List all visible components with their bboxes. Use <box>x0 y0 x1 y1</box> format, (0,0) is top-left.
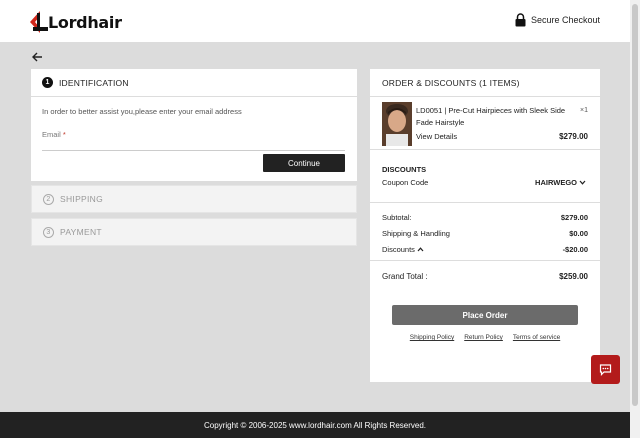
discounts-label: Discounts <box>382 245 415 254</box>
copyright-text: Copyright © 2006-2025 www.lordhair.com A… <box>204 420 426 430</box>
divider <box>370 260 600 261</box>
arrow-left-icon[interactable] <box>31 51 43 63</box>
email-label-text: Email <box>42 130 61 139</box>
chevron-up-icon <box>417 246 424 253</box>
subtotal-row: Subtotal: $279.00 <box>382 213 588 222</box>
shipping-value: $0.00 <box>569 229 588 238</box>
payment-step[interactable]: 3 PAYMENT <box>31 218 357 246</box>
grand-total-row: Grand Total : $259.00 <box>382 272 588 281</box>
policy-links: Shipping Policy Return Policy Terms of s… <box>370 334 600 341</box>
secure-checkout-label: Secure Checkout <box>530 15 600 25</box>
identification-title: IDENTIFICATION <box>59 77 129 88</box>
identification-panel: 1 IDENTIFICATION In order to better assi… <box>31 69 357 181</box>
lock-icon <box>515 13 526 27</box>
coupon-label: Coupon Code <box>382 178 429 187</box>
coupon-code-toggle[interactable]: HAIRWEGO <box>535 178 586 187</box>
product-thumbnail[interactable] <box>382 102 412 146</box>
product-title[interactable]: LD0051 | Pre-Cut Hairpieces with Sleek S… <box>416 105 576 129</box>
view-details-link[interactable]: View Details <box>416 132 457 141</box>
required-mark: * <box>62 130 66 139</box>
chat-icon[interactable] <box>591 355 620 384</box>
discounts-toggle[interactable]: Discounts <box>382 245 424 254</box>
identification-help-text: In order to better assist you,please ent… <box>42 107 242 116</box>
discounts-value: -$20.00 <box>562 245 588 254</box>
grand-total-value: $259.00 <box>559 272 588 281</box>
chevron-down-icon <box>579 179 586 186</box>
order-item: LD0051 | Pre-Cut Hairpieces with Sleek S… <box>370 98 600 150</box>
identification-header[interactable]: 1 IDENTIFICATION <box>31 69 357 97</box>
grand-total-label: Grand Total : <box>382 272 428 281</box>
return-policy-link[interactable]: Return Policy <box>464 334 503 341</box>
product-quantity: ×1 <box>580 107 588 114</box>
step-number: 2 <box>43 193 54 205</box>
site-header: Lordhair Secure Checkout <box>0 0 630 42</box>
discounts-title: DISCOUNTS <box>382 165 427 174</box>
brand-logo[interactable]: Lordhair <box>30 10 122 34</box>
shipping-row: Shipping & Handling $0.00 <box>382 229 588 238</box>
email-field[interactable] <box>42 139 345 151</box>
payment-title: PAYMENT <box>60 227 102 237</box>
discounts-row: Discounts -$20.00 <box>382 245 588 254</box>
scrollbar-thumb[interactable] <box>632 4 638 406</box>
step-number: 1 <box>42 77 53 88</box>
place-order-button[interactable]: Place Order <box>392 305 578 325</box>
email-label: Email * <box>42 130 66 139</box>
lordhair-logo-icon <box>30 11 48 33</box>
divider <box>370 202 600 203</box>
subtotal-label: Subtotal: <box>382 213 412 222</box>
shipping-policy-link[interactable]: Shipping Policy <box>410 334 454 341</box>
order-summary-title: ORDER & DISCOUNTS (1 ITEMS) <box>370 69 600 97</box>
subtotal-value: $279.00 <box>560 213 588 222</box>
brand-name: Lordhair <box>48 12 122 32</box>
step-number: 3 <box>43 226 54 238</box>
site-footer: Copyright © 2006-2025 www.lordhair.com A… <box>0 412 630 438</box>
order-summary-panel: ORDER & DISCOUNTS (1 ITEMS) LD0051 | Pre… <box>370 69 600 382</box>
shipping-step[interactable]: 2 SHIPPING <box>31 185 357 213</box>
secure-checkout: Secure Checkout <box>515 13 600 27</box>
terms-of-service-link[interactable]: Terms of service <box>513 334 560 341</box>
coupon-code-value: HAIRWEGO <box>535 178 577 187</box>
shipping-title: SHIPPING <box>60 194 104 204</box>
continue-button[interactable]: Continue <box>263 154 345 172</box>
product-price: $279.00 <box>559 132 588 141</box>
shipping-label: Shipping & Handling <box>382 229 450 238</box>
